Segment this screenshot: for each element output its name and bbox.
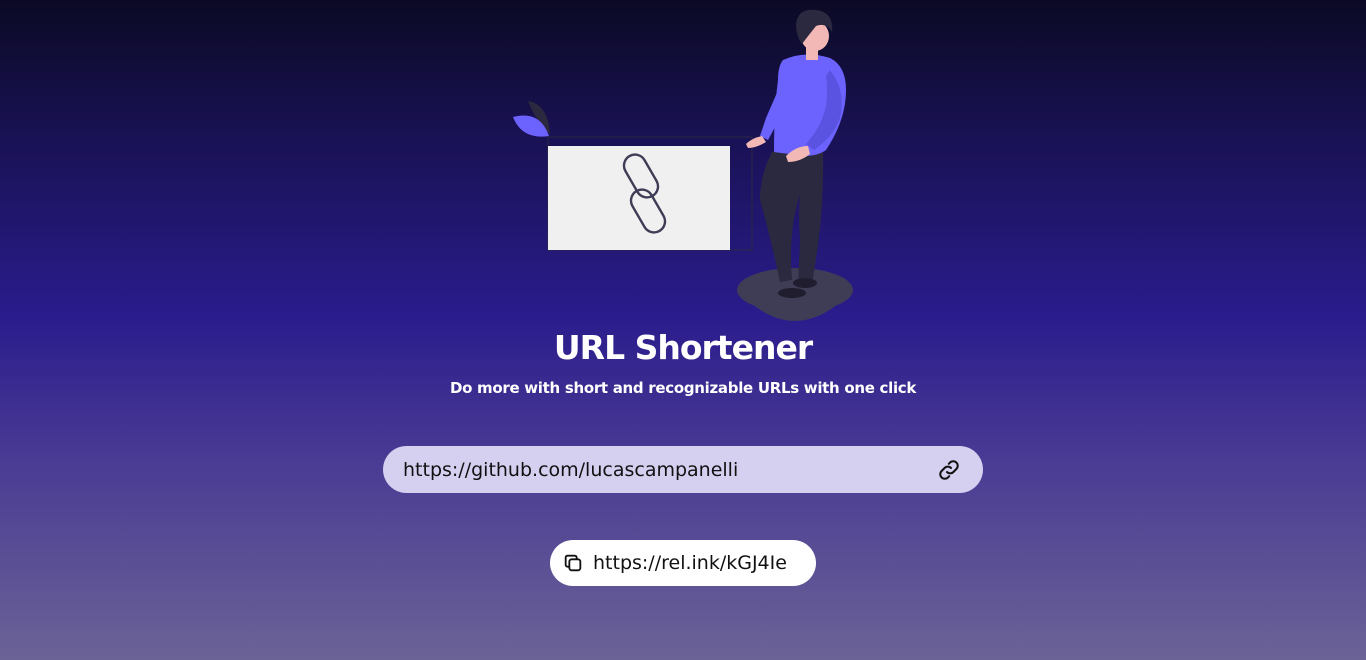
- page-subtitle: Do more with short and recognizable URLs…: [449, 379, 917, 397]
- card-panel: [548, 146, 730, 250]
- page-title: URL Shortener: [553, 328, 813, 367]
- short-url-text: https://rel.ink/kGJ4Ie: [593, 552, 787, 574]
- url-input[interactable]: [403, 446, 923, 493]
- copy-icon[interactable]: [562, 552, 584, 574]
- person-hand-left: [746, 136, 766, 148]
- hero-illustration: [513, 9, 853, 321]
- short-url-result-button[interactable]: https://rel.ink/kGJ4Ie: [550, 540, 816, 586]
- link-icon[interactable]: [937, 458, 961, 482]
- url-input-container: [383, 446, 983, 493]
- person-shoe-right: [793, 278, 817, 288]
- person-legs: [760, 152, 824, 285]
- person-shoe-left: [778, 288, 806, 298]
